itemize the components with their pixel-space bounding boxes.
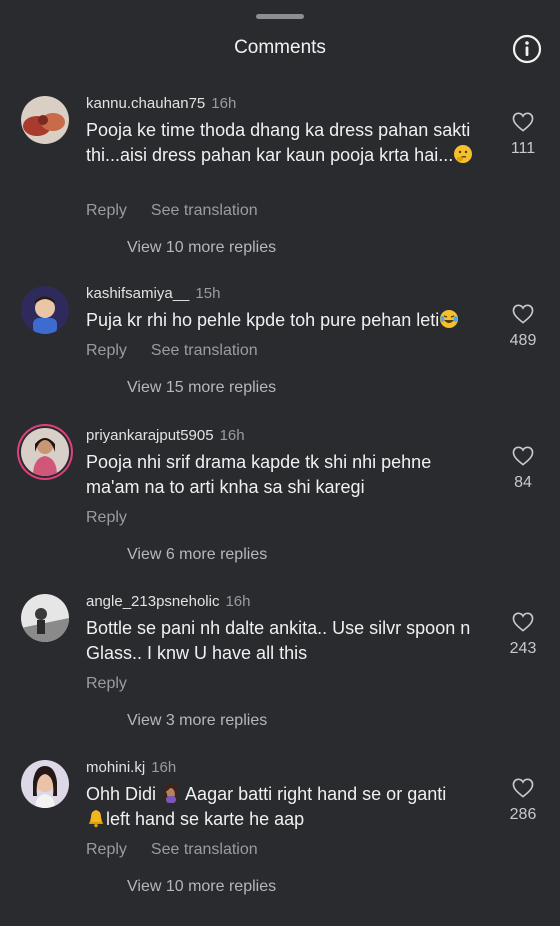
reply-button[interactable]: Reply: [86, 675, 127, 692]
page-title: Comments: [234, 37, 326, 58]
bell-icon: [86, 808, 106, 828]
like-button[interactable]: 111: [494, 112, 552, 158]
laughing-tears-icon: [439, 309, 459, 329]
see-translation-button[interactable]: See translation: [151, 202, 258, 219]
comment-username[interactable]: kannu.chauhan75 16h: [86, 95, 236, 112]
heart-icon: [512, 112, 534, 132]
comment-item: angle_213psneholic 16h Bottle se pani nh …: [0, 593, 560, 760]
heart-icon: [512, 612, 534, 632]
heart-icon: [512, 304, 534, 324]
comment-text: Bottle se pani nh dalte ankita.. Use sil…: [86, 618, 471, 663]
comment-time: 16h: [225, 593, 251, 610]
comment-time: 15h: [195, 285, 221, 302]
like-count: 243: [509, 640, 537, 657]
comment-time: 16h: [211, 95, 237, 112]
facepalm-woman-icon: [161, 783, 181, 803]
view-more-replies[interactable]: View 3 more replies: [127, 712, 267, 730]
reply-button[interactable]: Reply: [86, 841, 127, 858]
avatar[interactable]: [21, 428, 69, 476]
like-count: 111: [510, 140, 536, 157]
comment-username[interactable]: mohini.kj 16h: [86, 759, 176, 776]
like-button[interactable]: 286: [494, 778, 552, 824]
reply-button[interactable]: Reply: [86, 202, 127, 219]
see-translation-button[interactable]: See translation: [151, 342, 258, 359]
drag-handle[interactable]: [256, 14, 304, 19]
comment-text: Pooja nhi srif drama kapde tk shi nhi pe…: [86, 452, 432, 497]
like-button[interactable]: 84: [494, 446, 552, 492]
info-icon[interactable]: [512, 34, 542, 64]
comment-text: Ohh Didi Aagar batti right hand se or ga…: [86, 783, 447, 829]
see-translation-button[interactable]: See translation: [151, 841, 258, 858]
reply-button[interactable]: Reply: [86, 342, 127, 359]
comment-username[interactable]: priyankarajput5905 16h: [86, 427, 245, 444]
heart-icon: [512, 446, 534, 466]
comment-time: 16h: [151, 759, 177, 776]
avatar[interactable]: [21, 760, 69, 808]
reply-button[interactable]: Reply: [86, 509, 127, 526]
like-count: 84: [514, 474, 532, 491]
view-more-replies[interactable]: View 15 more replies: [127, 379, 276, 397]
view-more-replies[interactable]: View 10 more replies: [127, 878, 276, 896]
comment-item: priyankarajput5905 16h Pooja nhi srif dra…: [0, 427, 560, 594]
thinking-face-icon: [453, 144, 473, 164]
view-more-replies[interactable]: View 10 more replies: [127, 239, 276, 257]
avatar[interactable]: [21, 594, 69, 642]
view-more-replies[interactable]: View 6 more replies: [127, 546, 267, 564]
like-count: 489: [509, 332, 537, 349]
comment-username[interactable]: kashifsamiya__ 15h: [86, 285, 220, 302]
comment-text: Puja kr rhi ho pehle kpde toh pure pehan…: [86, 308, 486, 333]
comment-text: Pooja ke time thoda dhang ka dress pahan…: [86, 118, 486, 168]
comment-item: kannu.chauhan75 16h Pooja ke time thoda d…: [0, 95, 560, 262]
like-count: 286: [509, 806, 537, 823]
comment-item: mohini.kj 16h Ohh Didi Aagar batti right …: [0, 759, 560, 926]
like-button[interactable]: 243: [494, 612, 552, 658]
like-button[interactable]: 489: [494, 304, 552, 350]
heart-icon: [512, 778, 534, 798]
comment-time: 16h: [219, 427, 245, 444]
comment-username[interactable]: angle_213psneholic 16h: [86, 593, 250, 610]
avatar[interactable]: [21, 286, 69, 334]
avatar[interactable]: [21, 96, 69, 144]
